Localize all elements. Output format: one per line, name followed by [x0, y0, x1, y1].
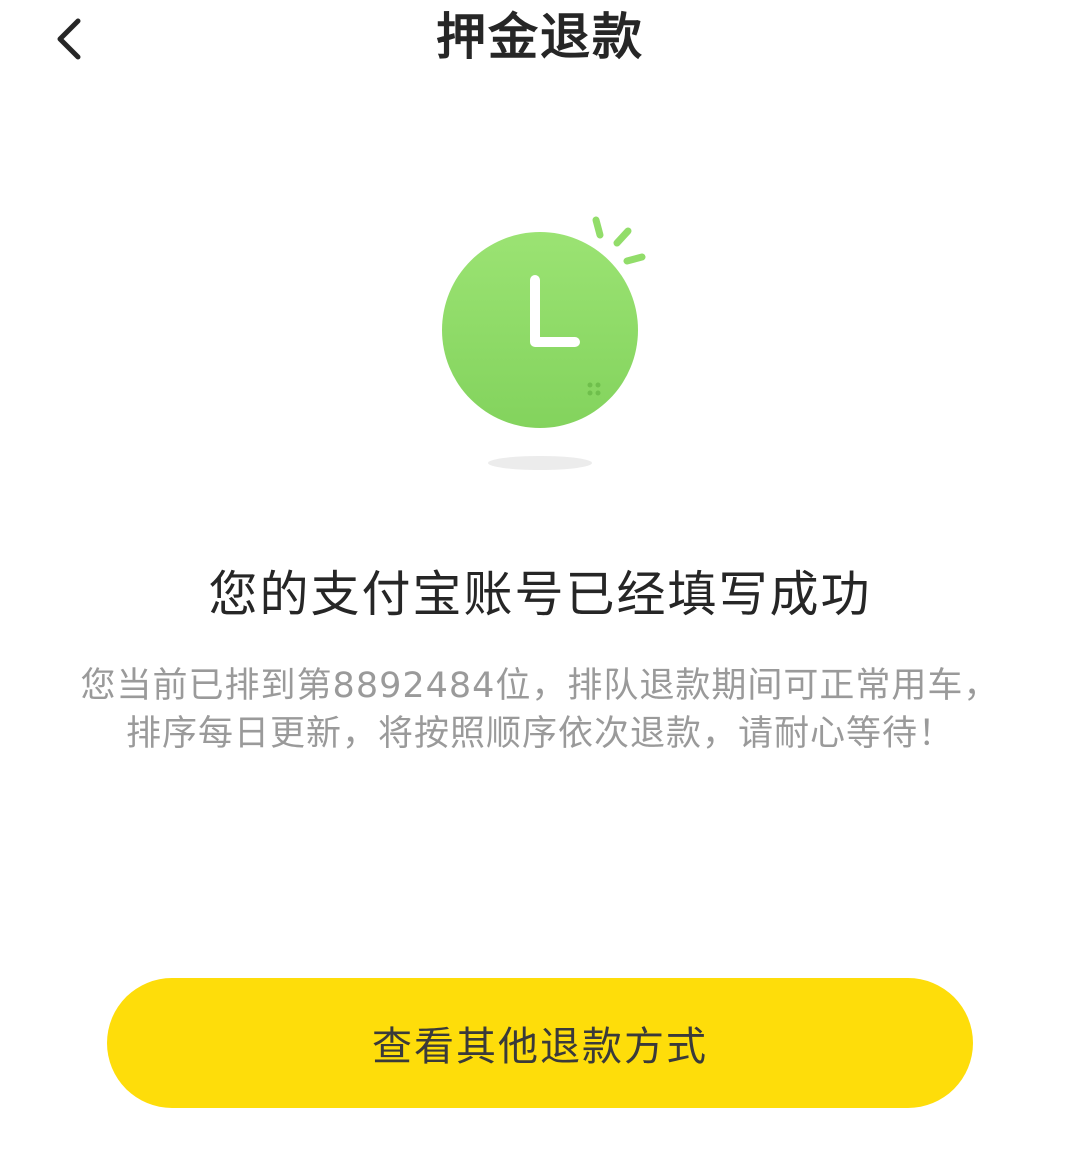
status-heading: 您的支付宝账号已经填写成功: [208, 566, 872, 623]
page-title: 押金退款: [436, 8, 644, 66]
clock-icon: [442, 216, 646, 470]
status-illustration: [430, 205, 660, 475]
nav-bar: 押金退款: [0, 0, 1080, 80]
other-refund-methods-button[interactable]: 查看其他退款方式: [107, 978, 973, 1108]
other-refund-methods-label: 查看其他退款方式: [372, 1024, 708, 1070]
status-message: 您当前已排到第8892484位，排队退款期间可正常用车，排序每日更新，将按照顺序…: [80, 666, 1000, 754]
